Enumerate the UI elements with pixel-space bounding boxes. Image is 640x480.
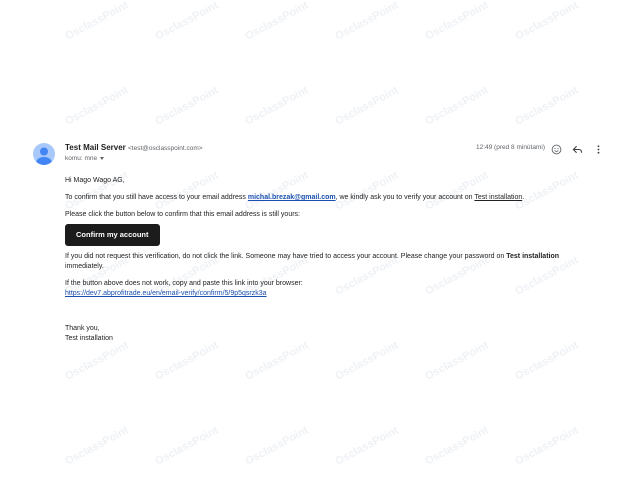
reply-button[interactable]	[570, 142, 584, 156]
emoji-react-button[interactable]	[549, 142, 563, 156]
watermark-text: OsclassPoint	[423, 424, 491, 468]
watermark-text: OsclassPoint	[63, 424, 131, 468]
reply-icon	[572, 145, 582, 153]
p3-before: If you did not request this verification…	[65, 253, 507, 260]
p1-before: To confirm that you still have access to…	[65, 194, 248, 201]
thanks-text: Thank you,	[65, 325, 100, 332]
p3-site: Test installation	[506, 253, 560, 260]
watermark-text: OsclassPoint	[333, 84, 401, 128]
watermark-text: OsclassPoint	[63, 84, 131, 128]
paragraph-click-button: Please click the button below to confirm…	[65, 211, 300, 218]
site-link[interactable]: Test installation	[474, 194, 522, 201]
watermark-text: OsclassPoint	[513, 0, 581, 43]
chevron-down-icon	[100, 157, 105, 160]
emoji-react-icon	[551, 144, 561, 154]
p1-middle: , we kindly ask you to verify your accou…	[335, 194, 475, 201]
more-vertical-icon	[597, 144, 599, 154]
watermark-text: OsclassPoint	[423, 0, 491, 43]
watermark-text: OsclassPoint	[153, 84, 221, 128]
watermark-text: OsclassPoint	[513, 339, 581, 383]
watermark-text: OsclassPoint	[153, 339, 221, 383]
sender-avatar[interactable]	[33, 143, 55, 165]
p1-end: .	[522, 194, 525, 201]
watermark-text: OsclassPoint	[333, 0, 401, 43]
watermark-text: OsclassPoint	[423, 339, 491, 383]
watermark-text: OsclassPoint	[243, 424, 311, 468]
watermark-text: OsclassPoint	[153, 424, 221, 468]
recipient-toggle[interactable]: komu: mne	[65, 155, 105, 162]
greeting: Hi Mago Wago AG,	[65, 177, 125, 184]
paragraph-copy-link: If the button above does not work, copy …	[65, 280, 303, 287]
p3-end: immediately.	[65, 263, 104, 270]
recipient-label: komu: mne	[65, 155, 98, 162]
sender-line: Test Mail Server <test@osclasspoint.com>	[65, 143, 203, 152]
watermark-text: OsclassPoint	[243, 339, 311, 383]
paragraph-warning: If you did not request this verification…	[65, 252, 585, 272]
paragraph-confirm-access: To confirm that you still have access to…	[65, 193, 585, 203]
watermark-text: OsclassPoint	[243, 0, 311, 43]
sender-name[interactable]: Test Mail Server	[65, 143, 126, 152]
watermark-text: OsclassPoint	[423, 84, 491, 128]
watermark-text: OsclassPoint	[333, 424, 401, 468]
watermark-text: OsclassPoint	[243, 84, 311, 128]
message-body: Hi Mago Wago AG, To confirm that you sti…	[65, 176, 585, 344]
watermark-text: OsclassPoint	[63, 339, 131, 383]
watermark-text: OsclassPoint	[333, 339, 401, 383]
watermark-text: OsclassPoint	[513, 424, 581, 468]
confirm-account-button[interactable]: Confirm my account	[65, 224, 160, 246]
message-time: 12:49 (pred 8 minútami)	[475, 144, 545, 151]
more-options-button[interactable]	[591, 142, 605, 156]
verify-url-link[interactable]: https://dev7.abprofitrade.eu/en/email-ve…	[65, 290, 267, 297]
email-view: OsclassPoint OsclassPoint OsclassPoint Oscl…	[0, 0, 640, 480]
person-avatar-icon	[36, 147, 52, 165]
signature-text: Test installation	[65, 335, 113, 342]
message-actions	[549, 142, 605, 156]
sender-email: <test@osclasspoint.com>	[128, 145, 203, 152]
watermark-text: OsclassPoint	[63, 0, 131, 43]
email-address-link[interactable]: michal.brezak@gmail.com	[248, 194, 336, 201]
watermark-text: OsclassPoint	[513, 84, 581, 128]
watermark-text: OsclassPoint	[153, 0, 221, 43]
